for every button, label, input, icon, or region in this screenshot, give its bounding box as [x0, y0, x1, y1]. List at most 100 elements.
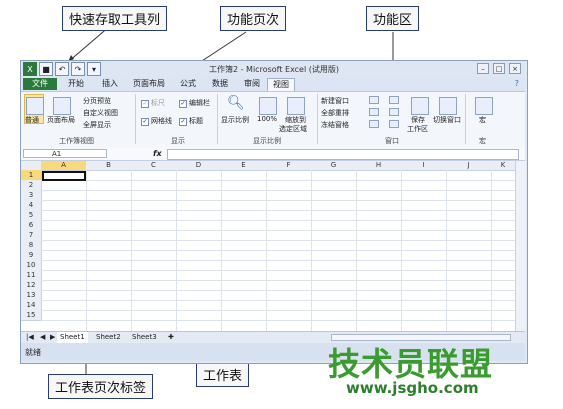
tab-formulas[interactable]: 公式 — [173, 78, 203, 90]
page-layout-button[interactable]: 页面布局 — [47, 115, 75, 125]
zoom-button[interactable]: 显示比例 — [221, 115, 249, 125]
unhide-icon[interactable] — [369, 120, 379, 128]
tab-insert[interactable]: 插入 — [95, 78, 125, 90]
group-macros: 宏 — [479, 137, 486, 145]
tab-data[interactable]: 数据 — [205, 78, 235, 90]
grid-line — [41, 220, 515, 221]
group-workbook-views: 工作簿视图 — [59, 137, 94, 145]
column-header[interactable]: C — [131, 161, 177, 171]
formula-bar-checkbox[interactable]: ✓ 编辑栏 — [179, 98, 210, 108]
worksheet-grid[interactable]: A B C D E F G H I J K 1 2 3 4 5 6 7 8 9 … — [21, 161, 515, 331]
grid-line — [41, 200, 515, 201]
zoom-100-icon[interactable] — [259, 97, 277, 115]
split-icon[interactable] — [369, 96, 379, 104]
ribbon-tabs: 文件 开始 插入 页面布局 公式 数据 审阅 视图 ? — [21, 77, 525, 91]
sheet-tab[interactable]: Sheet3 — [129, 332, 160, 343]
zoom-selection-icon[interactable] — [287, 97, 305, 115]
minimize-icon[interactable]: – — [477, 63, 489, 74]
name-box[interactable]: A1 — [23, 149, 107, 158]
column-header[interactable]: I — [401, 161, 447, 171]
column-header[interactable]: F — [266, 161, 312, 171]
insert-sheet-icon[interactable]: ✚ — [165, 332, 177, 343]
freeze-panes-button[interactable]: 冻结窗格 — [321, 120, 349, 130]
grid-line — [41, 290, 515, 291]
column-header[interactable]: E — [221, 161, 267, 171]
grid-line — [41, 310, 515, 311]
formula-bar: A1 fx — [21, 148, 525, 161]
group-separator — [317, 94, 318, 144]
group-separator — [465, 94, 466, 144]
arrange-all-button[interactable]: 全部重排 — [321, 108, 349, 118]
save-icon[interactable]: ■ — [39, 62, 53, 76]
new-window-button[interactable]: 新建窗口 — [321, 96, 349, 106]
maximize-icon[interactable]: □ — [493, 63, 505, 74]
undo-icon[interactable]: ↶ — [55, 62, 69, 76]
group-window: 窗口 — [385, 137, 399, 145]
full-screen-button[interactable]: 全屏显示 — [83, 120, 111, 130]
ruler-checkbox[interactable]: ✓ 标尺 — [141, 98, 165, 108]
zoom-selection-label-2: 选定区域 — [279, 125, 307, 133]
row-header[interactable]: 15 — [21, 310, 42, 321]
save-workspace-icon[interactable] — [411, 97, 429, 115]
column-header[interactable]: J — [446, 161, 492, 171]
tab-review[interactable]: 审阅 — [237, 78, 267, 90]
formula-input[interactable] — [167, 149, 519, 160]
column-header[interactable]: A — [41, 161, 87, 171]
customize-icon[interactable]: ▾ — [87, 62, 101, 76]
sheet-tab[interactable]: Sheet2 — [93, 332, 124, 343]
tab-home[interactable]: 开始 — [61, 78, 91, 90]
custom-views-button[interactable]: 自定义视图 — [83, 108, 118, 118]
column-header[interactable]: B — [86, 161, 132, 171]
callout-ribbon: 功能区 — [366, 6, 420, 31]
sheet-nav-first-icon[interactable]: |◀ — [23, 332, 37, 343]
zoom-magnifier-icon[interactable]: 🔍︎ — [227, 95, 245, 111]
group-show: 显示 — [171, 137, 185, 145]
redo-icon[interactable]: ↷ — [71, 62, 85, 76]
zoom-100-button[interactable]: 100% — [257, 115, 277, 123]
group-zoom: 显示比例 — [253, 137, 281, 145]
grid-line — [41, 190, 515, 191]
column-header[interactable]: D — [176, 161, 222, 171]
sync-scroll-icon[interactable] — [389, 108, 399, 116]
group-separator — [217, 94, 218, 144]
grid-line — [41, 300, 515, 301]
view-side-by-side-icon[interactable] — [389, 96, 399, 104]
sheet-tab[interactable]: Sheet1 — [57, 332, 88, 343]
title-bar: X ■ ↶ ↷ ▾ 工作簿2 - Microsoft Excel (试用版) –… — [21, 61, 525, 77]
switch-windows-button[interactable]: 切换窗口 — [433, 115, 461, 125]
gridlines-checkbox[interactable]: ✓ 网格线 — [141, 116, 172, 126]
close-icon[interactable]: × — [509, 63, 521, 74]
callout-ribbon-tabs: 功能页次 — [220, 6, 287, 31]
normal-view-icon — [26, 97, 44, 115]
tab-file[interactable]: 文件 — [23, 78, 57, 90]
page-break-button[interactable]: 分页预览 — [83, 96, 111, 106]
page-layout-icon[interactable] — [53, 97, 71, 115]
watermark-url: www.jsgho.com — [346, 379, 479, 397]
grid-line — [41, 240, 515, 241]
group-separator — [135, 94, 136, 144]
help-icon[interactable]: ? — [515, 79, 519, 88]
column-header[interactable]: G — [311, 161, 357, 171]
callout-worksheet: 工作表 — [196, 362, 250, 387]
tab-view[interactable]: 视图 — [267, 78, 295, 91]
vertical-scrollbar[interactable] — [515, 161, 526, 331]
grid-line — [41, 230, 515, 231]
excel-icon[interactable]: X — [23, 62, 37, 76]
headings-checkbox[interactable]: ✓ 标题 — [179, 116, 203, 126]
hide-icon[interactable] — [369, 108, 379, 116]
macros-icon[interactable] — [475, 97, 493, 115]
excel-window: X ■ ↶ ↷ ▾ 工作簿2 - Microsoft Excel (试用版) –… — [20, 60, 528, 364]
column-header[interactable]: H — [356, 161, 402, 171]
window-title: 工作簿2 - Microsoft Excel (试用版) — [209, 65, 339, 74]
column-header[interactable]: K — [491, 161, 515, 171]
grid-line — [41, 320, 515, 321]
reset-window-icon[interactable] — [389, 120, 399, 128]
macros-button[interactable]: 宏 — [479, 115, 486, 125]
fx-icon[interactable]: fx — [153, 149, 162, 158]
grid-line — [41, 280, 515, 281]
tab-page-layout[interactable]: 页面布局 — [127, 78, 171, 90]
normal-label: 普通 — [25, 116, 39, 124]
callout-quick-access-toolbar: 快速存取工具列 — [62, 6, 168, 31]
active-cell-a1[interactable] — [42, 171, 86, 181]
switch-windows-icon[interactable] — [439, 97, 457, 115]
